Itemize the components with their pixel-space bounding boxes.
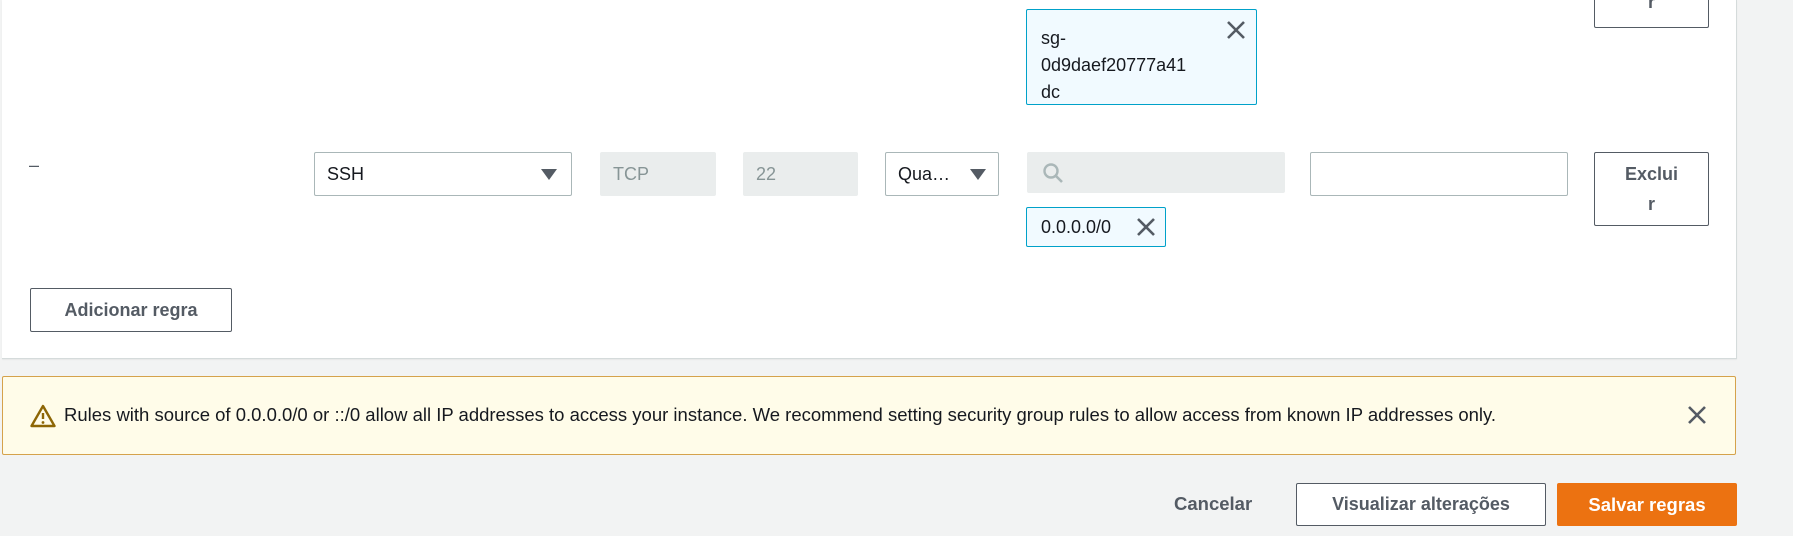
source-type-value: Qua… bbox=[898, 163, 951, 184]
source-token-line-2: 0d9daef20777a41 bbox=[1041, 55, 1187, 75]
source-token-security-group: sg- 0d9daef20777a41 dc bbox=[1026, 9, 1257, 105]
port-range-value: 22 bbox=[756, 163, 777, 184]
source-token-line-1: sg- bbox=[1041, 28, 1067, 48]
description-input[interactable] bbox=[1310, 152, 1568, 196]
warning-triangle-icon bbox=[30, 404, 56, 428]
close-icon[interactable] bbox=[1686, 404, 1708, 426]
chevron-down-icon bbox=[541, 169, 557, 180]
preview-changes-label: Visualizar alterações bbox=[1332, 494, 1510, 514]
search-icon bbox=[1043, 162, 1063, 183]
protocol-value: TCP bbox=[613, 163, 649, 184]
save-rules-label: Salvar regras bbox=[1588, 493, 1706, 515]
delete-label-line-1: Exclui bbox=[1624, 164, 1679, 184]
warning-alert: Rules with source of 0.0.0.0/0 or ::/0 a… bbox=[2, 376, 1736, 455]
delete-label-tail: r bbox=[1647, 0, 1655, 12]
close-icon[interactable] bbox=[1135, 216, 1157, 238]
close-icon[interactable] bbox=[1225, 19, 1247, 41]
port-range-field: 22 bbox=[743, 152, 858, 196]
protocol-field: TCP bbox=[600, 152, 716, 196]
source-token-cidr-text: 0.0.0.0/0 bbox=[1041, 217, 1112, 237]
type-select[interactable]: SSH bbox=[314, 152, 572, 196]
save-rules-button[interactable]: Salvar regras bbox=[1557, 483, 1737, 526]
delete-label-line-2: r bbox=[1647, 194, 1655, 214]
delete-rule-button-previous[interactable]: r bbox=[1594, 0, 1709, 28]
inbound-rules-panel: sg- 0d9daef20777a41 dc r – SSH TCP 22 Qu… bbox=[2, 0, 1737, 359]
warning-message: Rules with source of 0.0.0.0/0 or ::/0 a… bbox=[64, 404, 1497, 425]
source-token-cidr: 0.0.0.0/0 bbox=[1026, 207, 1166, 247]
source-search-input[interactable] bbox=[1027, 152, 1285, 193]
source-type-select[interactable]: Qua… bbox=[885, 152, 999, 196]
rule-id-dash: – bbox=[29, 155, 40, 175]
chevron-down-icon bbox=[970, 169, 986, 180]
preview-changes-button[interactable]: Visualizar alterações bbox=[1296, 483, 1546, 526]
cancel-label: Cancelar bbox=[1174, 493, 1253, 514]
cancel-button[interactable]: Cancelar bbox=[1174, 493, 1252, 515]
type-select-value: SSH bbox=[327, 163, 365, 184]
delete-rule-button[interactable]: Exclui r bbox=[1594, 152, 1709, 226]
source-token-line-3: dc bbox=[1041, 82, 1061, 102]
add-rule-label: Adicionar regra bbox=[64, 299, 198, 320]
add-rule-button[interactable]: Adicionar regra bbox=[30, 288, 232, 332]
